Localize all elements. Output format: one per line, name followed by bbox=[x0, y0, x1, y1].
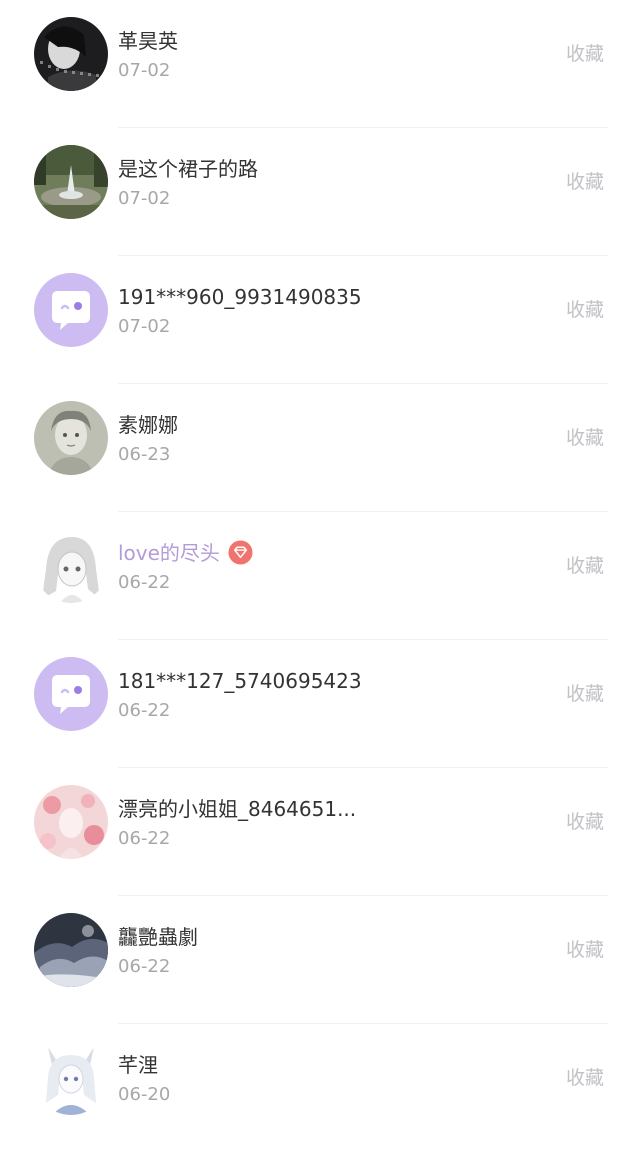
avatar[interactable] bbox=[34, 17, 108, 91]
collect-button[interactable]: 收藏 bbox=[566, 552, 604, 580]
collect-button[interactable]: 收藏 bbox=[566, 1064, 604, 1092]
avatar[interactable] bbox=[34, 145, 108, 219]
list-item[interactable]: 龘艷蟲劇 06-22 收藏 bbox=[0, 896, 640, 1024]
collect-button[interactable]: 收藏 bbox=[566, 808, 604, 836]
user-name: love的尽头 bbox=[118, 539, 253, 567]
avatar[interactable] bbox=[34, 401, 108, 475]
item-date: 06-20 bbox=[118, 1084, 171, 1105]
list-item[interactable]: 是这个裙子的路 07-02 收藏 bbox=[0, 128, 640, 256]
user-name: 191***960_9931490835 bbox=[118, 285, 362, 309]
item-date: 07-02 bbox=[118, 60, 171, 81]
user-name: 是这个裙子的路 bbox=[118, 157, 258, 181]
user-list: 革昊英 07-02 收藏 是这个裙子的路 07-02 收藏 191***960_… bbox=[0, 0, 640, 1152]
list-item[interactable]: 革昊英 07-02 收藏 bbox=[0, 0, 640, 128]
item-date: 06-23 bbox=[118, 444, 171, 465]
avatar[interactable] bbox=[34, 785, 108, 859]
user-name: 芊浬 bbox=[118, 1053, 158, 1077]
collect-button[interactable]: 收藏 bbox=[566, 936, 604, 964]
list-item[interactable]: 191***960_9931490835 07-02 收藏 bbox=[0, 256, 640, 384]
chat-bubble-icon bbox=[34, 273, 108, 347]
user-name: 革昊英 bbox=[118, 29, 178, 53]
collect-button[interactable]: 收藏 bbox=[566, 680, 604, 708]
user-name: 181***127_5740695423 bbox=[118, 669, 362, 693]
item-date: 06-22 bbox=[118, 700, 171, 721]
user-name: 素娜娜 bbox=[118, 413, 178, 437]
user-name: 漂亮的小姐姐_8464651... bbox=[118, 797, 357, 821]
chat-bubble-icon bbox=[34, 657, 108, 731]
item-date: 07-02 bbox=[118, 316, 171, 337]
avatar[interactable] bbox=[34, 913, 108, 987]
avatar[interactable] bbox=[34, 657, 108, 731]
list-item[interactable]: love的尽头 06-22 收藏 bbox=[0, 512, 640, 640]
list-item[interactable]: 漂亮的小姐姐_8464651... 06-22 收藏 bbox=[0, 768, 640, 896]
avatar[interactable] bbox=[34, 1041, 108, 1115]
avatar[interactable] bbox=[34, 273, 108, 347]
list-item[interactable]: 素娜娜 06-23 收藏 bbox=[0, 384, 640, 512]
list-item[interactable]: 芊浬 06-20 收藏 bbox=[0, 1024, 640, 1152]
vip-diamond-icon bbox=[228, 540, 253, 565]
list-item[interactable]: 181***127_5740695423 06-22 收藏 bbox=[0, 640, 640, 768]
item-date: 07-02 bbox=[118, 188, 171, 209]
item-date: 06-22 bbox=[118, 956, 171, 977]
collect-button[interactable]: 收藏 bbox=[566, 168, 604, 196]
item-date: 06-22 bbox=[118, 572, 171, 593]
collect-button[interactable]: 收藏 bbox=[566, 296, 604, 324]
user-name-text: love的尽头 bbox=[118, 541, 220, 565]
user-name: 龘艷蟲劇 bbox=[118, 925, 198, 949]
collect-button[interactable]: 收藏 bbox=[566, 40, 604, 68]
avatar[interactable] bbox=[34, 529, 108, 603]
item-date: 06-22 bbox=[118, 828, 171, 849]
collect-button[interactable]: 收藏 bbox=[566, 424, 604, 452]
